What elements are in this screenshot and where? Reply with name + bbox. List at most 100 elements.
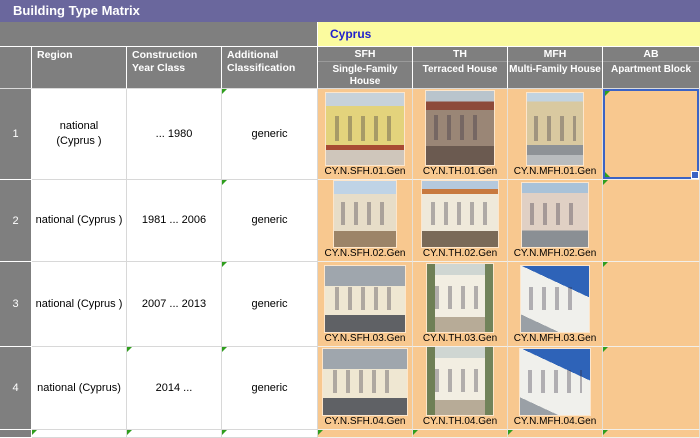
comment-marker-icon <box>32 430 37 435</box>
matrix-cell-th-05[interactable] <box>413 430 508 438</box>
comment-marker-icon <box>222 430 227 435</box>
matrix-cell-mfh-03[interactable]: CY.N.MFH.03.Gen <box>508 262 603 347</box>
classification-value: generic <box>251 127 287 142</box>
construction-year-column-header: Construction Year Class <box>127 47 222 89</box>
building-photo-th-04[interactable] <box>427 347 493 415</box>
matrix-cell-ab-05[interactable] <box>603 430 700 438</box>
building-photo-mfh-04[interactable] <box>520 349 590 415</box>
matrix-cell-th-03[interactable]: CY.N.TH.03.Gen <box>413 262 508 347</box>
page-title: Building Type Matrix <box>0 0 700 22</box>
matrix-cell-ab-04[interactable] <box>603 347 700 430</box>
comment-marker-icon <box>127 347 132 352</box>
year-class-cell[interactable]: 1981 ... 2006 <box>127 180 222 262</box>
building-photo-th-02[interactable] <box>422 181 498 247</box>
classification-cell[interactable] <box>222 430 318 438</box>
matrix-cell-ab-01-selected[interactable] <box>603 89 700 180</box>
year-class-cell[interactable]: 2007 ... 2013 <box>127 262 222 347</box>
building-code-label: CY.N.SFH.03.Gen <box>325 332 406 345</box>
region-value: national (Cyprus ) <box>56 119 101 149</box>
comment-marker-icon <box>603 180 608 185</box>
region-cell[interactable]: national (Cyprus ) <box>32 262 127 347</box>
matrix-cell-sfh-03[interactable]: CY.N.SFH.03.Gen <box>318 262 413 347</box>
country-band-spacer <box>0 22 318 46</box>
country-label: Cyprus <box>330 27 371 41</box>
building-code-label: CY.N.SFH.01.Gen <box>325 165 406 178</box>
building-photo-sfh-02[interactable] <box>334 181 396 247</box>
year-class-value: 1981 ... 2006 <box>142 213 206 228</box>
year-class-cell[interactable]: 2014 ... <box>127 347 222 430</box>
year-class-cell[interactable] <box>127 430 222 438</box>
year-class-value: 2007 ... 2013 <box>142 297 206 312</box>
region-cell[interactable]: national (Cyprus ) <box>32 89 127 180</box>
matrix-cell-mfh-02[interactable]: CY.N.MFH.02.Gen <box>508 180 603 262</box>
classification-cell[interactable]: generic <box>222 89 318 180</box>
classification-value: generic <box>251 213 287 228</box>
building-photo-sfh-01[interactable] <box>326 93 404 165</box>
building-photo-mfh-01[interactable] <box>527 93 583 165</box>
region-cell[interactable] <box>32 430 127 438</box>
region-value: national (Cyprus) <box>37 381 121 396</box>
matrix-cell-th-04[interactable]: CY.N.TH.04.Gen <box>413 347 508 430</box>
comment-marker-icon <box>605 172 610 177</box>
th-name-label: Terraced House <box>423 64 498 76</box>
matrix-cell-th-01[interactable]: CY.N.TH.01.Gen <box>413 89 508 180</box>
matrix-cell-ab-03[interactable] <box>603 262 700 347</box>
building-code-label: CY.N.MFH.02.Gen <box>514 247 597 260</box>
region-value: national (Cyprus ) <box>36 297 123 312</box>
matrix-cell-sfh-05[interactable] <box>318 430 413 438</box>
comment-marker-icon <box>222 262 227 267</box>
building-code-label: CY.N.SFH.02.Gen <box>325 247 406 260</box>
building-code-label: CY.N.TH.01.Gen <box>423 165 497 178</box>
mfh-code-label: MFH <box>508 47 602 62</box>
matrix-row-1: 1 national (Cyprus ) ... 1980 generic CY… <box>0 89 700 180</box>
matrix-cell-mfh-05[interactable] <box>508 430 603 438</box>
building-code-label: CY.N.MFH.03.Gen <box>514 332 597 345</box>
comment-marker-icon <box>603 430 608 435</box>
classification-cell[interactable]: generic <box>222 262 318 347</box>
comment-marker-icon <box>603 262 608 267</box>
matrix-row-4: 4 national (Cyprus) 2014 ... generic CY.… <box>0 347 700 430</box>
row-number: 3 <box>0 262 32 347</box>
matrix-header-row: Region Construction Year Class Additiona… <box>0 47 700 89</box>
th-code-label: TH <box>413 47 507 62</box>
ab-name-label: Apartment Block <box>611 64 691 76</box>
matrix-cell-th-02[interactable]: CY.N.TH.02.Gen <box>413 180 508 262</box>
comment-marker-icon <box>605 91 610 96</box>
region-cell[interactable]: national (Cyprus) <box>32 347 127 430</box>
classification-value: generic <box>251 297 287 312</box>
year-class-value: 2014 ... <box>156 381 193 396</box>
comment-marker-icon <box>127 430 132 435</box>
column-header-mfh: MFH Multi-Family House <box>508 47 603 89</box>
country-tab-cyprus[interactable]: Cyprus <box>318 22 700 46</box>
building-code-label: CY.N.SFH.04.Gen <box>325 415 406 428</box>
building-photo-sfh-04[interactable] <box>323 349 407 415</box>
building-code-label: CY.N.TH.03.Gen <box>423 332 497 345</box>
classification-cell[interactable]: generic <box>222 180 318 262</box>
building-photo-sfh-03[interactable] <box>325 266 405 332</box>
classification-cell[interactable]: generic <box>222 347 318 430</box>
ab-code-label: AB <box>603 47 699 62</box>
column-header-sfh: SFH Single-Family House <box>318 47 413 89</box>
column-header-th: TH Terraced House <box>413 47 508 89</box>
year-class-value: ... 1980 <box>156 127 193 142</box>
matrix-cell-mfh-01[interactable]: CY.N.MFH.01.Gen <box>508 89 603 180</box>
matrix-cell-mfh-04[interactable]: CY.N.MFH.04.Gen <box>508 347 603 430</box>
region-cell[interactable]: national (Cyprus ) <box>32 180 127 262</box>
year-class-cell[interactable]: ... 1980 <box>127 89 222 180</box>
matrix-cell-sfh-01[interactable]: CY.N.SFH.01.Gen <box>318 89 413 180</box>
building-photo-th-01[interactable] <box>426 91 494 165</box>
building-code-label: CY.N.TH.02.Gen <box>423 247 497 260</box>
building-photo-mfh-02[interactable] <box>522 183 588 247</box>
comment-marker-icon <box>413 430 418 435</box>
row-number-header <box>0 47 32 89</box>
comment-marker-icon <box>508 430 513 435</box>
building-code-label: CY.N.MFH.01.Gen <box>514 165 597 178</box>
matrix-cell-sfh-02[interactable]: CY.N.SFH.02.Gen <box>318 180 413 262</box>
building-photo-mfh-03[interactable] <box>521 266 589 332</box>
comment-marker-icon <box>603 347 608 352</box>
country-band: Cyprus <box>0 22 700 47</box>
building-type-matrix-page: Building Type Matrix Cyprus Region Const… <box>0 0 700 438</box>
matrix-cell-ab-02[interactable] <box>603 180 700 262</box>
building-photo-th-03[interactable] <box>427 264 493 332</box>
matrix-cell-sfh-04[interactable]: CY.N.SFH.04.Gen <box>318 347 413 430</box>
